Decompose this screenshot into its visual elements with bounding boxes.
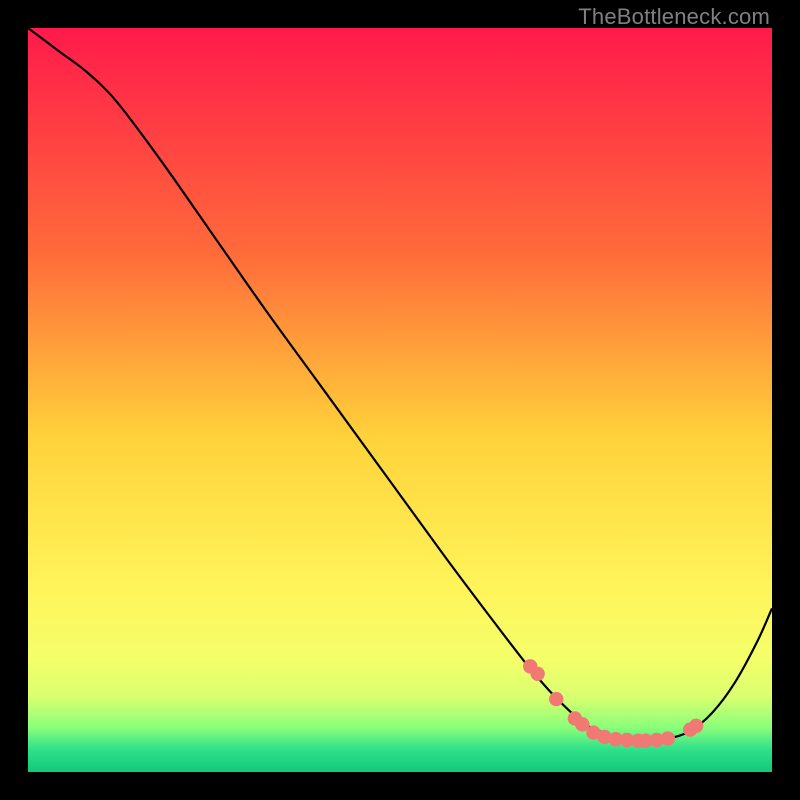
highlight-dot — [689, 719, 703, 733]
plot-area — [28, 28, 772, 772]
highlight-dot — [530, 667, 544, 681]
chart-frame: TheBottleneck.com — [0, 0, 800, 800]
highlight-dot — [661, 731, 675, 745]
bottleneck-curve — [28, 28, 772, 741]
watermark-text: TheBottleneck.com — [578, 4, 770, 30]
highlight-dot — [549, 692, 563, 706]
chart-canvas — [28, 28, 772, 772]
highlight-dots — [523, 659, 703, 748]
